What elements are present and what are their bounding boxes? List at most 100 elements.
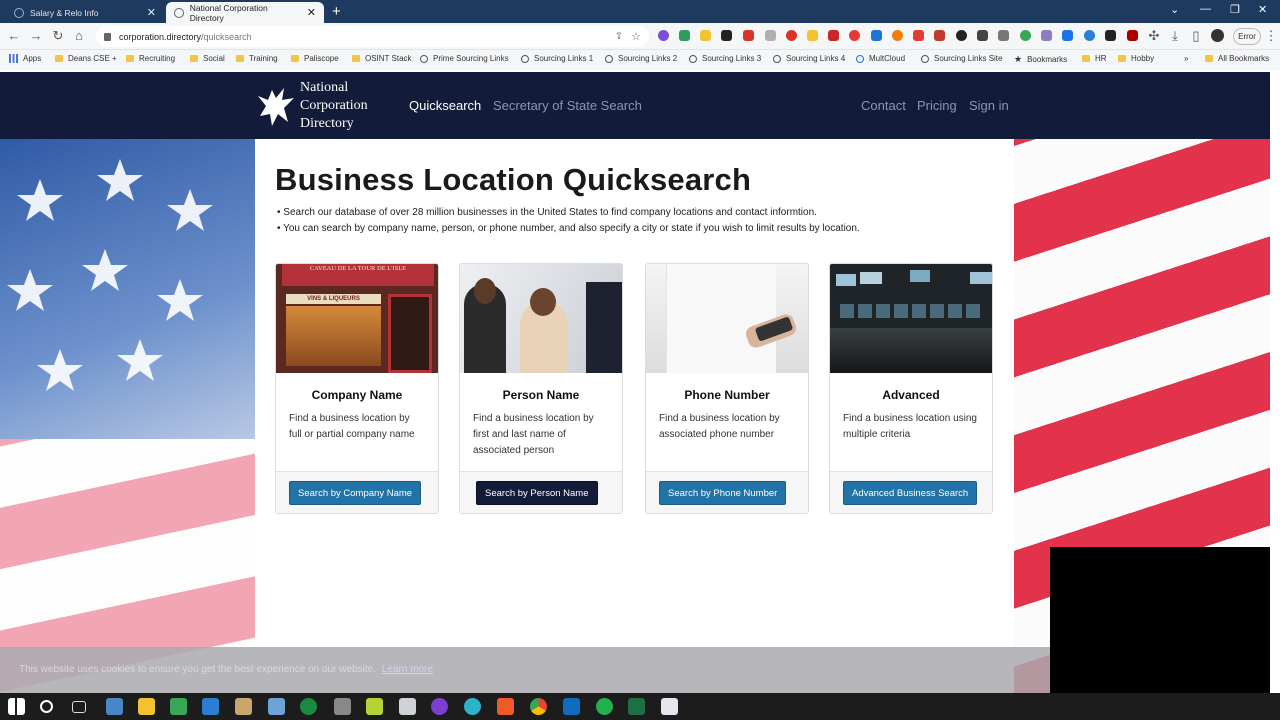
nav-contact[interactable]: Contact xyxy=(861,98,906,113)
chrome-icon[interactable] xyxy=(530,698,547,715)
share-icon[interactable]: ⇪ xyxy=(615,31,623,42)
tab-search-icon[interactable]: ⌄ xyxy=(1170,3,1179,16)
taskbar-app-icon[interactable] xyxy=(300,698,317,715)
extension-icon[interactable] xyxy=(934,30,945,41)
extension-icon[interactable] xyxy=(998,30,1009,41)
extension-icon[interactable] xyxy=(1105,30,1116,41)
bookmark-folder[interactable]: Recruiting xyxy=(126,54,175,63)
extension-icon[interactable] xyxy=(1084,30,1095,41)
bookmark-link[interactable]: Sourcing Links 3 xyxy=(689,54,761,63)
cookie-learn-more-link[interactable]: Learn more xyxy=(382,664,433,675)
search-by-phone-number-button[interactable]: Search by Phone Number xyxy=(659,481,787,505)
taskbar-app-icon[interactable] xyxy=(202,698,219,715)
browser-tab[interactable]: Salary & Relo Info ✕ xyxy=(6,2,164,23)
bookmark-folder[interactable]: Social xyxy=(190,54,225,63)
close-window-icon[interactable]: ✕ xyxy=(1258,3,1267,16)
task-view-icon[interactable] xyxy=(72,701,86,713)
extension-icon[interactable] xyxy=(658,30,669,41)
advanced-business-search-button[interactable]: Advanced Business Search xyxy=(843,481,978,505)
extension-icon[interactable] xyxy=(1062,30,1073,41)
extension-icon[interactable] xyxy=(679,30,690,41)
taskbar-app-icon[interactable] xyxy=(106,698,123,715)
new-tab-icon[interactable]: + xyxy=(332,3,341,20)
bookmark-link[interactable]: MultCloud xyxy=(856,54,905,63)
bookmark-folder[interactable]: Training xyxy=(236,54,278,63)
tab-title: Salary & Relo Info xyxy=(30,7,99,18)
extension-icon[interactable] xyxy=(700,30,711,41)
more-bookmarks-icon[interactable]: » xyxy=(1184,54,1188,63)
bookmark-label: HR xyxy=(1095,54,1107,63)
site-logo[interactable]: National Corporation Directory xyxy=(254,80,394,132)
bookmark-folder[interactable]: OSINT Stack xyxy=(352,54,412,63)
nav-pricing[interactable]: Pricing xyxy=(917,98,957,113)
extension-icon[interactable] xyxy=(956,30,967,41)
nav-quicksearch[interactable]: Quicksearch xyxy=(409,98,481,113)
menu-icon[interactable]: ⋮ xyxy=(1263,28,1279,44)
extension-icon[interactable] xyxy=(828,30,839,41)
extension-icon[interactable] xyxy=(743,30,754,41)
outlook-icon[interactable] xyxy=(563,698,580,715)
tor-browser-icon[interactable] xyxy=(431,698,448,715)
extension-icon[interactable] xyxy=(1041,30,1052,41)
extension-icon[interactable] xyxy=(913,30,924,41)
star-icon[interactable]: ☆ xyxy=(631,30,641,43)
taskbar-app-icon[interactable] xyxy=(235,698,252,715)
file-explorer-icon[interactable] xyxy=(138,698,155,715)
close-tab-icon[interactable]: ✕ xyxy=(147,6,156,19)
bookmark-link[interactable]: Prime Sourcing Links xyxy=(420,54,509,63)
reload-icon[interactable]: ↻ xyxy=(50,28,66,44)
calculator-icon[interactable] xyxy=(399,698,416,715)
bookmark-folder[interactable]: Hobby xyxy=(1118,54,1154,63)
bookmark-link[interactable]: Sourcing Links 4 xyxy=(773,54,845,63)
browser-tab-active[interactable]: National Corporation Directory ✕ xyxy=(166,2,324,23)
bookmark-folder[interactable]: Deans CSE + xyxy=(55,54,117,63)
taskbar-app-icon[interactable] xyxy=(366,698,383,715)
bookmark-link[interactable]: Sourcing Links 2 xyxy=(605,54,677,63)
excel-icon[interactable] xyxy=(628,698,645,715)
search-by-person-name-button[interactable]: Search by Person Name xyxy=(476,481,598,505)
download-icon[interactable]: ⤓ xyxy=(1167,28,1183,44)
extension-icon[interactable] xyxy=(871,30,882,41)
extension-icon[interactable] xyxy=(1127,30,1138,41)
taskbar-app-icon[interactable] xyxy=(661,698,678,715)
line-icon[interactable] xyxy=(596,698,613,715)
bookmark-folder[interactable]: All Bookmarks xyxy=(1205,54,1269,63)
avatar[interactable] xyxy=(1211,29,1224,42)
home-icon[interactable]: ⌂ xyxy=(71,28,87,44)
bookmark-folder[interactable]: HR xyxy=(1082,54,1107,63)
bookmark-link[interactable]: ★ Bookmarks xyxy=(1014,54,1067,65)
bookmark-link[interactable]: Sourcing Links Site xyxy=(921,54,1002,63)
minimize-icon[interactable]: — xyxy=(1200,3,1211,15)
bookmark-apps[interactable]: Apps xyxy=(9,54,41,63)
search-by-company-name-button[interactable]: Search by Company Name xyxy=(289,481,422,505)
info-bullet: • You can search by company name, person… xyxy=(277,223,860,234)
side-panel-icon[interactable]: ▯ xyxy=(1188,28,1204,44)
extension-icon[interactable] xyxy=(765,30,776,41)
restore-icon[interactable]: ❐ xyxy=(1230,3,1240,16)
brave-icon[interactable] xyxy=(497,698,514,715)
taskbar-app-icon[interactable] xyxy=(268,698,285,715)
extension-icon[interactable] xyxy=(786,30,797,41)
extension-icon[interactable] xyxy=(807,30,818,41)
close-tab-icon[interactable]: ✕ xyxy=(307,6,316,19)
bookmark-folder[interactable]: Paliscope xyxy=(291,54,339,63)
extension-icon[interactable] xyxy=(721,30,732,41)
back-icon[interactable]: ← xyxy=(6,28,22,44)
taskbar-app-icon[interactable] xyxy=(334,698,351,715)
extensions-puzzle-icon[interactable]: ✣ xyxy=(1146,28,1162,44)
extension-icon[interactable] xyxy=(1020,30,1031,41)
search-icon[interactable] xyxy=(40,700,53,713)
address-bar[interactable]: corporation.directory/quicksearch ⇪ ☆ xyxy=(96,26,649,47)
error-button[interactable]: Error xyxy=(1233,28,1261,45)
forward-icon[interactable]: → xyxy=(28,28,44,44)
browser-toolbar: ← → ↻ ⌂ corporation.directory/quicksearc… xyxy=(0,23,1280,50)
nav-secretary-of-state-search[interactable]: Secretary of State Search xyxy=(493,98,642,113)
extension-icon[interactable] xyxy=(892,30,903,41)
windows-start-icon[interactable] xyxy=(8,698,25,715)
taskbar-app-icon[interactable] xyxy=(170,698,187,715)
nav-sign-in[interactable]: Sign in xyxy=(969,98,1009,113)
extension-icon[interactable] xyxy=(977,30,988,41)
extension-icon[interactable] xyxy=(849,30,860,41)
bookmark-link[interactable]: Sourcing Links 1 xyxy=(521,54,593,63)
edge-icon[interactable] xyxy=(464,698,481,715)
